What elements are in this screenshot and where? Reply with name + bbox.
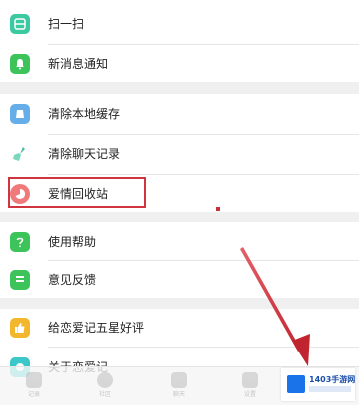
menu-item-five-star-rating[interactable]: 给恋爱记五星好评	[0, 310, 359, 346]
feedback-icon	[10, 270, 30, 290]
divider	[48, 44, 359, 45]
menu-item-feedback[interactable]: 意见反馈	[0, 262, 359, 298]
broom-icon	[10, 144, 30, 164]
menu-item-help[interactable]: 使用帮助	[0, 224, 359, 260]
divider	[48, 260, 359, 261]
tab-label: 聊天	[172, 391, 185, 398]
menu-item-label: 清除聊天记录	[48, 147, 121, 161]
question-icon	[10, 232, 30, 252]
watermark-subline	[309, 386, 351, 392]
record-tab-icon	[26, 372, 42, 388]
thumbs-up-icon	[10, 318, 30, 338]
divider	[48, 347, 359, 348]
watermark-text: 1403手游网	[309, 375, 356, 384]
menu-item-clear-chat[interactable]: 清除聊天记录	[0, 136, 359, 172]
menu-group-1: 扫一扫 新消息通知	[0, 0, 359, 82]
tab-community[interactable]: 社区	[75, 367, 135, 405]
tab-record[interactable]: 记录	[4, 367, 64, 405]
tab-settings[interactable]: 设置	[220, 367, 280, 405]
divider	[48, 134, 359, 135]
tab-chat[interactable]: 聊天	[149, 367, 209, 405]
menu-group-3: 使用帮助 意见反馈	[0, 222, 359, 298]
scan-icon	[10, 14, 30, 34]
cache-icon	[10, 104, 30, 124]
community-tab-icon	[97, 372, 113, 388]
tab-label: 社区	[98, 391, 111, 398]
tab-label: 设置	[243, 391, 256, 398]
settings-tab-icon	[242, 372, 258, 388]
tab-label: 记录	[27, 391, 40, 398]
chat-tab-icon	[171, 372, 187, 388]
menu-item-label: 意见反馈	[48, 273, 97, 287]
menu-item-label: 清除本地缓存	[48, 107, 121, 121]
menu-item-label: 给恋爱记五星好评	[48, 321, 145, 335]
menu-item-notifications[interactable]: 新消息通知	[0, 46, 359, 82]
bell-icon	[10, 54, 30, 74]
menu-item-clear-cache[interactable]: 清除本地缓存	[0, 96, 359, 132]
menu-item-scan[interactable]: 扫一扫	[0, 6, 359, 42]
menu-group-4: 给恋爱记五星好评 关于恋爱记	[0, 309, 359, 377]
menu-item-label: 使用帮助	[48, 235, 97, 249]
menu-item-label: 新消息通知	[48, 57, 109, 71]
watermark-logo: 1403手游网	[281, 368, 355, 401]
menu-item-label: 扫一扫	[48, 17, 85, 31]
divider	[48, 174, 359, 175]
watermark-icon	[287, 375, 305, 393]
annotation-dot	[216, 207, 220, 211]
highlight-box	[8, 177, 146, 208]
